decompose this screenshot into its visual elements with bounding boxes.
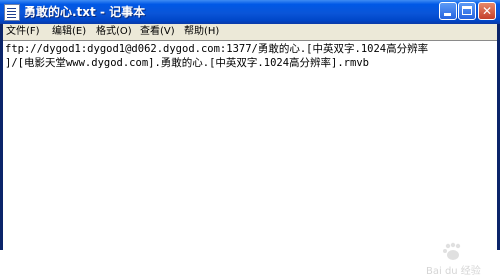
watermark-text: Bai du 经验 [426,266,481,277]
minimize-icon [444,13,451,16]
window-title: 勇敢的心.txt - 记事本 [24,5,146,19]
menu-bar: 文件(F) 编辑(E) 格式(O) 查看(V) 帮助(H) [3,24,497,40]
notepad-window: 勇敢的心.txt - 记事本 ✕ 文件(F) 编辑(E) 格式(O) 查看(V)… [0,0,500,277]
title-bar[interactable]: 勇敢的心.txt - 记事本 ✕ [0,0,500,24]
text-line: ]/[电影天堂www.dygod.com].勇敢的心.[中英双字.1024高分辨… [5,57,369,69]
minimize-button[interactable] [439,2,457,20]
notepad-icon[interactable] [4,4,20,21]
close-button[interactable]: ✕ [478,2,496,20]
menu-format[interactable]: 格式(O) [96,24,132,40]
baidu-watermark: Bai du 经验 [418,240,488,280]
menu-help[interactable]: 帮助(H) [184,24,219,40]
close-icon: ✕ [481,4,493,18]
baidu-paw-logo [443,242,461,260]
menu-edit[interactable]: 编辑(E) [52,24,86,40]
menu-view[interactable]: 查看(V) [140,24,175,40]
text-line: ftp://dygod1:dygod1@d062.dygod.com:1377/… [5,43,429,55]
maximize-icon [462,6,472,15]
menu-file[interactable]: 文件(F) [6,24,40,40]
maximize-button[interactable] [458,2,476,20]
text-editor[interactable]: ftp://dygod1:dygod1@d062.dygod.com:1377/… [3,40,497,277]
